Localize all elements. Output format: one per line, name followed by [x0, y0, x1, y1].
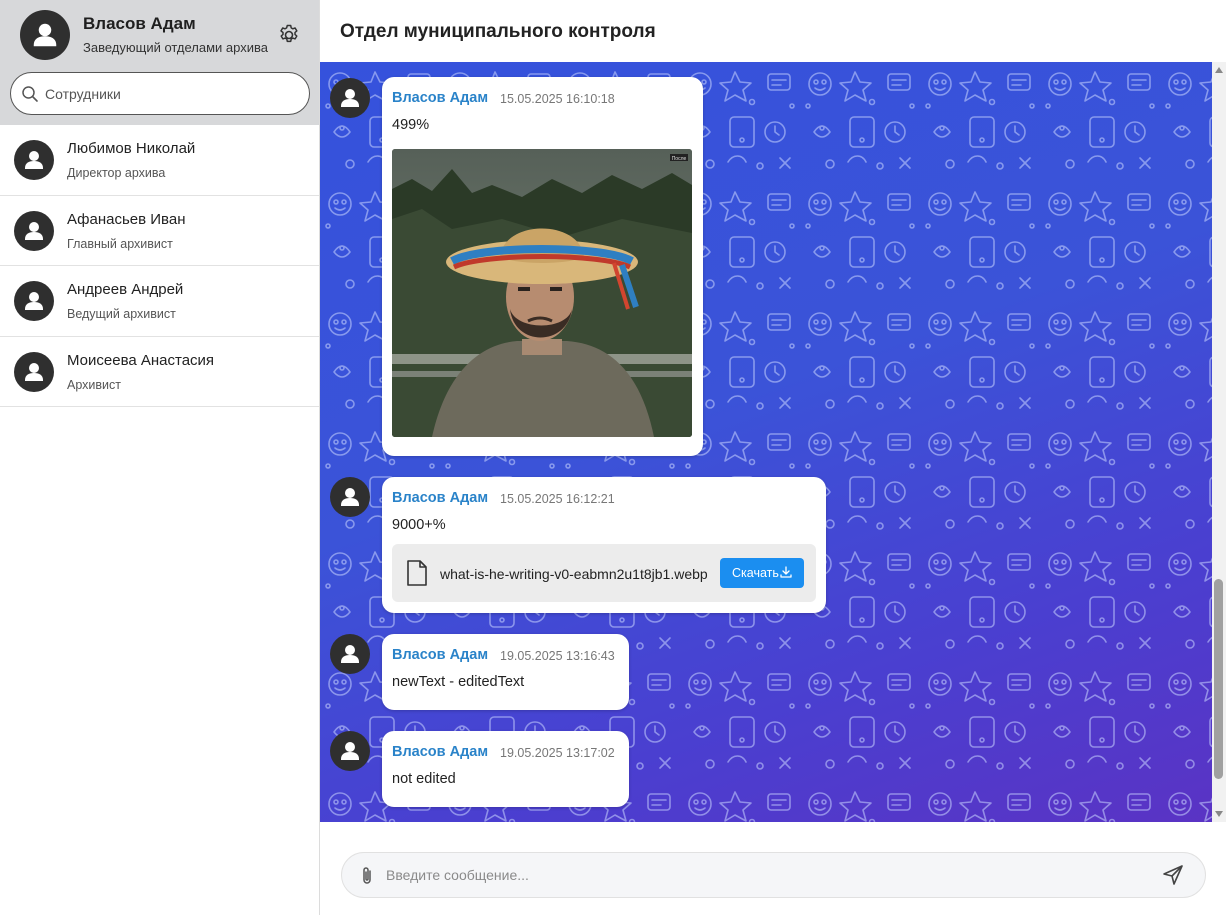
- message-time: 19.05.2025 13:16:43: [500, 649, 615, 663]
- scroll-up-arrow[interactable]: [1215, 67, 1223, 73]
- user-icon: [341, 89, 359, 107]
- profile-avatar[interactable]: [20, 10, 70, 60]
- message-avatar[interactable]: [330, 634, 370, 674]
- message-bubble: Власов Адам 15.05.2025 16:10:18 499% Пос…: [382, 77, 703, 456]
- download-icon: [780, 566, 792, 578]
- user-icon: [25, 292, 43, 310]
- user-icon: [25, 362, 43, 381]
- message-avatar[interactable]: [330, 78, 370, 118]
- message-text: 499%: [392, 117, 430, 133]
- message-text: newText - editedText: [392, 674, 525, 690]
- message-image[interactable]: После: [392, 149, 692, 437]
- message-time: 15.05.2025 16:10:18: [500, 92, 615, 106]
- contact-name: Любимов Николай: [67, 140, 196, 157]
- user-icon: [25, 221, 43, 240]
- paperclip-icon[interactable]: [360, 866, 374, 886]
- contact-item[interactable]: Моисеева Анастасия Архивист: [0, 337, 319, 407]
- contact-role: Архивист: [67, 377, 121, 392]
- contact-name: Афанасьев Иван: [67, 210, 186, 228]
- user-icon: [341, 488, 359, 506]
- file-name: what-is-he-writing-v0-eabmn2u1t8jb1.webp: [440, 566, 708, 582]
- message-avatar[interactable]: [330, 731, 370, 771]
- message-author[interactable]: Власов Адам: [392, 744, 488, 760]
- message-input[interactable]: [386, 853, 1146, 897]
- image-badge: После: [672, 156, 687, 162]
- scrollbar-thumb[interactable]: [1214, 579, 1223, 779]
- search-box[interactable]: [10, 72, 310, 115]
- contact-avatar: [14, 210, 54, 251]
- profile-name: Власов Адам: [83, 14, 196, 33]
- message-composer: [341, 852, 1206, 898]
- contact-avatar: [14, 281, 54, 321]
- chat-scrollbar[interactable]: [1212, 62, 1226, 822]
- contact-role: Главный архивист: [67, 236, 173, 251]
- user-icon: [25, 151, 43, 169]
- file-attachment: what-is-he-writing-v0-eabmn2u1t8jb1.webp…: [392, 544, 816, 602]
- contact-role: Директор архива: [67, 166, 166, 180]
- sidebar: Власов Адам Заведующий отделами архива Л…: [0, 0, 320, 915]
- message-bubble: Власов Адам 19.05.2025 13:16:43 newText …: [382, 634, 629, 710]
- message-author[interactable]: Власов Адам: [392, 490, 488, 506]
- photo-man-sombrero: После: [392, 149, 692, 437]
- download-label: Скачать: [732, 566, 779, 580]
- contact-avatar: [14, 351, 54, 392]
- message-text: 9000+%: [392, 517, 446, 533]
- contact-item[interactable]: Любимов Николай Директор архива: [0, 125, 319, 196]
- user-icon: [33, 23, 57, 47]
- search-icon: [22, 86, 38, 102]
- chat-title: Отдел муниципального контроля: [340, 21, 656, 42]
- message-text: not edited: [392, 771, 456, 787]
- contact-item[interactable]: Афанасьев Иван Главный архивист: [0, 196, 319, 266]
- message-time: 19.05.2025 13:17:02: [500, 746, 615, 760]
- profile-header: Власов Адам Заведующий отделами архива: [0, 0, 319, 125]
- scroll-down-arrow[interactable]: [1215, 811, 1223, 817]
- message-avatar[interactable]: [330, 477, 370, 517]
- contact-name: Андреев Андрей: [67, 281, 184, 298]
- contact-role: Ведущий архивист: [67, 307, 176, 321]
- contact-item[interactable]: Андреев Андрей Ведущий архивист: [0, 266, 319, 337]
- message-author[interactable]: Власов Адам: [392, 647, 488, 663]
- profile-role: Заведующий отделами архива: [83, 40, 268, 55]
- contact-avatar: [14, 140, 54, 180]
- message-bubble: Власов Адам 15.05.2025 16:12:21 9000+% w…: [382, 477, 826, 613]
- file-icon: [407, 560, 427, 586]
- gear-icon[interactable]: [277, 23, 301, 47]
- message-author[interactable]: Власов Адам: [392, 90, 488, 106]
- contact-name: Моисеева Анастасия: [67, 351, 215, 369]
- user-icon: [341, 742, 359, 760]
- message-time: 15.05.2025 16:12:21: [500, 492, 615, 506]
- search-input[interactable]: [45, 73, 300, 114]
- message-bubble: Власов Адам 19.05.2025 13:17:02 not edit…: [382, 731, 629, 807]
- user-icon: [341, 645, 359, 663]
- download-button[interactable]: Скачать: [720, 558, 804, 588]
- send-icon[interactable]: [1162, 864, 1184, 886]
